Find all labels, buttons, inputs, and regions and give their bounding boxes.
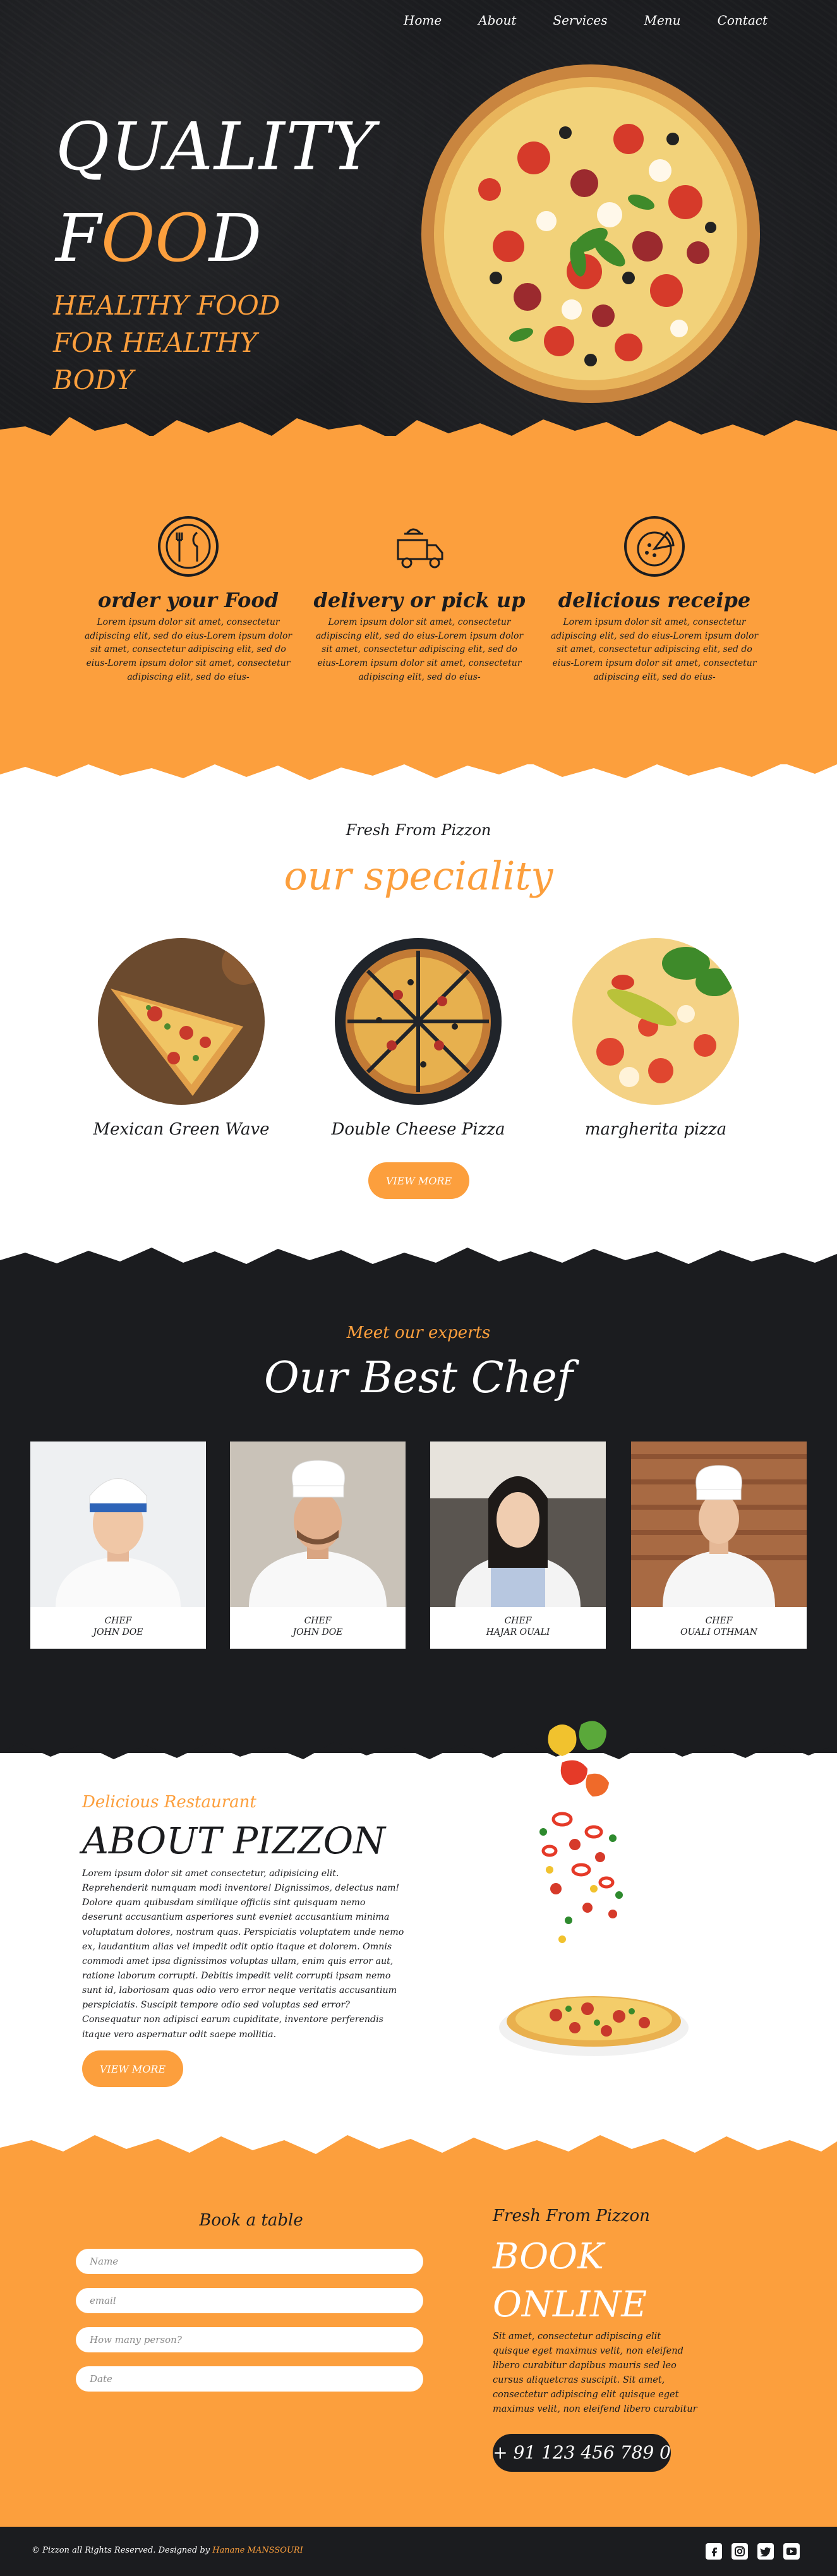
- feature-title: delivery or pick up: [313, 588, 526, 612]
- date-field[interactable]: [76, 2366, 423, 2392]
- chef-card-4: CHEF OUALI OTHMAN: [631, 1441, 807, 1649]
- book-online-title: BOOK ONLINE: [493, 2233, 682, 2328]
- torn-divider-4: [0, 1728, 837, 1759]
- dish-image-2: [335, 938, 502, 1105]
- feature-text: Lorem ipsum dolor sit amet, consectetur …: [84, 617, 292, 682]
- nav-about[interactable]: About: [478, 13, 516, 28]
- instagram-icon[interactable]: [732, 2543, 748, 2560]
- chef-role: CHEF: [504, 1616, 532, 1626]
- phone-button[interactable]: + 91 123 456 789 0: [493, 2434, 671, 2472]
- chef-card-1: CHEF JOHN DOE: [30, 1441, 206, 1649]
- copyright-text: © Pizzon all Rights Reserved. Designed b…: [32, 2546, 210, 2555]
- hero-title-line1: QUALITY: [56, 108, 376, 185]
- nav-menu[interactable]: Menu: [644, 13, 680, 28]
- nav-home[interactable]: Home: [404, 13, 442, 28]
- plate-cutlery-icon: [158, 516, 219, 577]
- feature-delivery: delivery or pick up Lorem ipsum dolor si…: [312, 515, 527, 684]
- nav-contact[interactable]: Contact: [718, 13, 768, 28]
- hero-pizza-image: [421, 64, 760, 403]
- dish-image-3: [572, 938, 739, 1105]
- chef-role: CHEF: [104, 1616, 132, 1626]
- feature-title: order your Food: [97, 588, 279, 612]
- chefs-kicker: Meet our experts: [346, 1323, 491, 1342]
- book-online-title-line1: BOOK: [493, 2236, 604, 2277]
- chef-name: JOHN DOE: [292, 1627, 343, 1637]
- chef-role: CHEF: [705, 1616, 733, 1626]
- chef-name: JOHN DOE: [93, 1627, 143, 1637]
- feature-text: Lorem ipsum dolor sit amet, consectetur …: [315, 617, 524, 682]
- twitter-icon[interactable]: [757, 2543, 774, 2560]
- designer-link[interactable]: Hanane MANSSOURI: [212, 2546, 303, 2555]
- name-field[interactable]: [76, 2249, 423, 2274]
- chef-caption: CHEF HAJAR OUALI: [430, 1607, 606, 1638]
- chef-photo: [430, 1441, 606, 1607]
- about-text: Lorem ipsum dolor sit amet consectetur, …: [82, 1869, 404, 2040]
- top-nav: Home About Services Menu Contact: [404, 13, 768, 28]
- hero-title-f: F: [56, 200, 102, 277]
- hero-title-d: D: [208, 200, 262, 277]
- dish-name-3: margherita pizza: [584, 1120, 727, 1139]
- chef-caption: CHEF JOHN DOE: [230, 1607, 406, 1638]
- torn-divider-2: [0, 745, 837, 780]
- dish-name-2: Double Cheese Pizza: [331, 1120, 505, 1139]
- feature-recipe: delicious receipe Lorem ipsum dolor sit …: [547, 515, 762, 684]
- persons-field[interactable]: [76, 2327, 423, 2352]
- dish-name-1: Mexican Green Wave: [93, 1120, 270, 1139]
- book-online-title-line2: ONLINE: [493, 2284, 647, 2325]
- feature-title: delicious receipe: [558, 588, 751, 612]
- chef-caption: CHEF JOHN DOE: [30, 1607, 206, 1638]
- hero-subtitle: HEALTHY FOOD FOR HEALTHY BODY: [53, 290, 280, 395]
- facebook-icon[interactable]: [706, 2543, 722, 2560]
- speciality-kicker: Fresh From Pizzon: [346, 821, 491, 839]
- hero-title-oo: OO: [101, 200, 209, 277]
- about-kicker: Delicious Restaurant: [82, 1793, 256, 1812]
- chef-card-2: CHEF JOHN DOE: [230, 1441, 406, 1649]
- delivery-truck-icon: [397, 528, 443, 569]
- book-online-kicker: Fresh From Pizzon: [493, 2206, 650, 2225]
- pizza-recipe-icon: [624, 516, 685, 577]
- dish-image-1: [98, 938, 265, 1105]
- chef-photo: [230, 1441, 406, 1607]
- speciality-view-more-button[interactable]: VIEW MORE: [368, 1162, 469, 1199]
- chef-photo: [30, 1441, 206, 1607]
- nav-services[interactable]: Services: [553, 13, 607, 28]
- youtube-icon[interactable]: [783, 2543, 800, 2560]
- chefs-title: Our Best Chef: [264, 1353, 573, 1403]
- hero-title-line2: FOOD: [56, 205, 262, 271]
- about-pizza-image: [499, 1721, 689, 2056]
- about-title: ABOUT PIZZON: [82, 1819, 385, 1862]
- about-view-more-button[interactable]: VIEW MORE: [82, 2050, 183, 2087]
- book-online-text: Sit amet, consectetur adipiscing elit qu…: [493, 2332, 697, 2414]
- chef-caption: CHEF OUALI OTHMAN: [631, 1607, 807, 1638]
- email-field[interactable]: [76, 2288, 423, 2313]
- chef-role: CHEF: [304, 1616, 332, 1626]
- chef-name: HAJAR OUALI: [486, 1627, 550, 1637]
- feature-order: order your Food Lorem ipsum dolor sit am…: [81, 515, 296, 684]
- booking-heading: Book a table: [199, 2211, 303, 2230]
- chef-card-3: CHEF HAJAR OUALI: [430, 1441, 606, 1649]
- chef-photo: [631, 1441, 807, 1607]
- footer-copyright: © Pizzon all Rights Reserved. Designed b…: [32, 2546, 303, 2555]
- feature-text: Lorem ipsum dolor sit amet, consectetur …: [550, 617, 759, 682]
- speciality-title: our speciality: [284, 853, 553, 899]
- chef-name: OUALI OTHMAN: [680, 1627, 757, 1637]
